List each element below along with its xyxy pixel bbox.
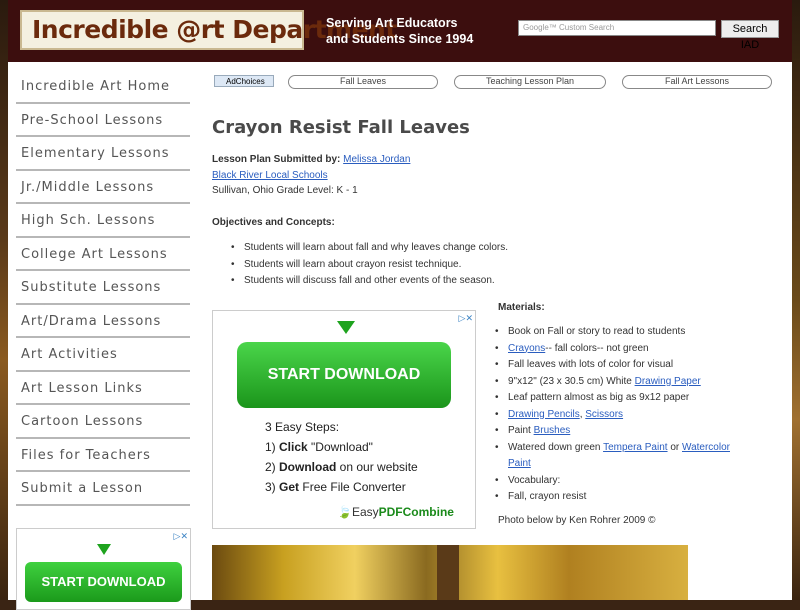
author-link[interactable]: Melissa Jordan [343, 154, 410, 165]
materials-list: Book on Fall or story to read to student… [492, 324, 752, 506]
sidebar-item-college[interactable]: College Art Lessons [16, 238, 190, 271]
list-item: Students will learn about crayon resist … [228, 257, 548, 274]
materials-heading: Materials: [498, 302, 545, 313]
list-item: Drawing Pencils, Scissors [492, 407, 752, 424]
submitted-label: Lesson Plan Submitted by: [212, 154, 341, 165]
list-item: Crayons-- fall colors-- not green [492, 341, 752, 358]
list-item: Students will learn about fall and why l… [228, 240, 548, 257]
list-item: Fall, crayon resist [492, 489, 752, 506]
sidebar-item-activities[interactable]: Art Activities [16, 338, 190, 372]
list-item: Students will discuss fall and other eve… [228, 273, 548, 290]
sidebar-item-files[interactable]: Files for Teachers [16, 439, 190, 472]
list-item: Leaf pattern almost as big as 9x12 paper [492, 390, 752, 407]
site-logo[interactable]: Incredible @rt Department [20, 10, 397, 50]
sidebar-ad-download-button[interactable]: START DOWNLOAD [25, 562, 182, 602]
location-grade: Sullivan, Ohio Grade Level: K - 1 [212, 185, 358, 196]
ad-steps: 3 Easy Steps: 1) Click "Download" 2) Dow… [265, 417, 418, 497]
brushes-link[interactable]: Brushes [534, 425, 571, 436]
search-button[interactable]: Search IAD [721, 20, 779, 51]
sidebar-item-cartoon[interactable]: Cartoon Lessons [16, 405, 190, 439]
school-link[interactable]: Black River Local Schools [212, 170, 328, 181]
list-item: Book on Fall or story to read to student… [492, 324, 752, 341]
tempera-paint-link[interactable]: Tempera Paint [603, 442, 667, 453]
submitted-line: Lesson Plan Submitted by: Melissa Jordan [212, 154, 410, 165]
down-arrow-icon [97, 544, 111, 555]
site-header: Incredible @rt Department Serving Art Ed… [8, 0, 792, 62]
sidebar-nav: Incredible Art Home Pre-School Lessons E… [16, 70, 190, 506]
objectives-list: Students will learn about fall and why l… [228, 240, 548, 290]
scissors-link[interactable]: Scissors [585, 409, 623, 420]
drawing-pencils-link[interactable]: Drawing Pencils [508, 409, 580, 420]
list-item: Fall leaves with lots of color for visua… [492, 357, 752, 374]
tagline-line1: Serving Art Educators [326, 16, 458, 30]
start-download-button[interactable]: START DOWNLOAD [237, 342, 451, 408]
toplink-fall-art-lessons[interactable]: Fall Art Lessons [622, 75, 772, 89]
sidebar-item-middle[interactable]: Jr./Middle Lessons [16, 171, 190, 204]
ad-link-bar: AdChoices Fall Leaves Teaching Lesson Pl… [214, 75, 780, 91]
sidebar-item-drama[interactable]: Art/Drama Lessons [16, 305, 190, 338]
crayons-link[interactable]: Crayons [508, 343, 545, 354]
download-ad[interactable]: ▷✕ START DOWNLOAD 3 Easy Steps: 1) Click… [212, 310, 476, 529]
leaf-logo-icon: 🍃 [337, 505, 352, 519]
page-title: Crayon Resist Fall Leaves [212, 117, 470, 138]
sidebar-item-submit[interactable]: Submit a Lesson [16, 472, 190, 506]
ad-brand: 🍃EasyPDFCombine [337, 505, 454, 519]
sidebar-ad[interactable]: ▷✕ START DOWNLOAD [16, 528, 191, 610]
sidebar-item-preschool[interactable]: Pre-School Lessons [16, 104, 190, 137]
photo-credit: Photo below by Ken Rohrer 2009 © [498, 515, 656, 526]
sidebar-item-elementary[interactable]: Elementary Lessons [16, 137, 190, 171]
list-item: 9"x12" (23 x 30.5 cm) White Drawing Pape… [492, 374, 752, 391]
sidebar-item-links[interactable]: Art Lesson Links [16, 372, 190, 405]
list-item: Watered down green Tempera Paint or Wate… [492, 440, 752, 473]
list-item: Paint Brushes [492, 423, 752, 440]
toplink-teaching-lesson-plan[interactable]: Teaching Lesson Plan [454, 75, 606, 89]
objectives-heading: Objectives and Concepts: [212, 217, 335, 228]
sidebar-item-substitute[interactable]: Substitute Lessons [16, 271, 190, 305]
background-right [792, 0, 800, 600]
step-3: 3) Get Free File Converter [265, 480, 406, 494]
list-item: Vocabulary: [492, 473, 752, 490]
page-content: Incredible Art Home Pre-School Lessons E… [8, 62, 792, 610]
search-input[interactable]: Google™ Custom Search [518, 20, 716, 36]
tagline-line2: and Students Since 1994 [326, 32, 474, 46]
adchoices-badge[interactable]: AdChoices [214, 75, 274, 87]
step-2: 2) Download on our website [265, 460, 418, 474]
step-1: 1) Click "Download" [265, 440, 373, 454]
fall-leaves-photo [212, 545, 688, 600]
steps-title: 3 Easy Steps: [265, 420, 340, 434]
sidebar-item-highschool[interactable]: High Sch. Lessons [16, 204, 190, 238]
down-arrow-icon [337, 321, 355, 334]
background-left [0, 0, 8, 600]
sidebar-item-home[interactable]: Incredible Art Home [16, 70, 190, 104]
ad-close-icon[interactable]: ▷✕ [459, 313, 473, 324]
tagline: Serving Art Educators and Students Since… [326, 15, 506, 47]
ad-close-icon[interactable]: ▷✕ [174, 531, 188, 542]
drawing-paper-link[interactable]: Drawing Paper [635, 376, 701, 387]
toplink-fall-leaves[interactable]: Fall Leaves [288, 75, 438, 89]
